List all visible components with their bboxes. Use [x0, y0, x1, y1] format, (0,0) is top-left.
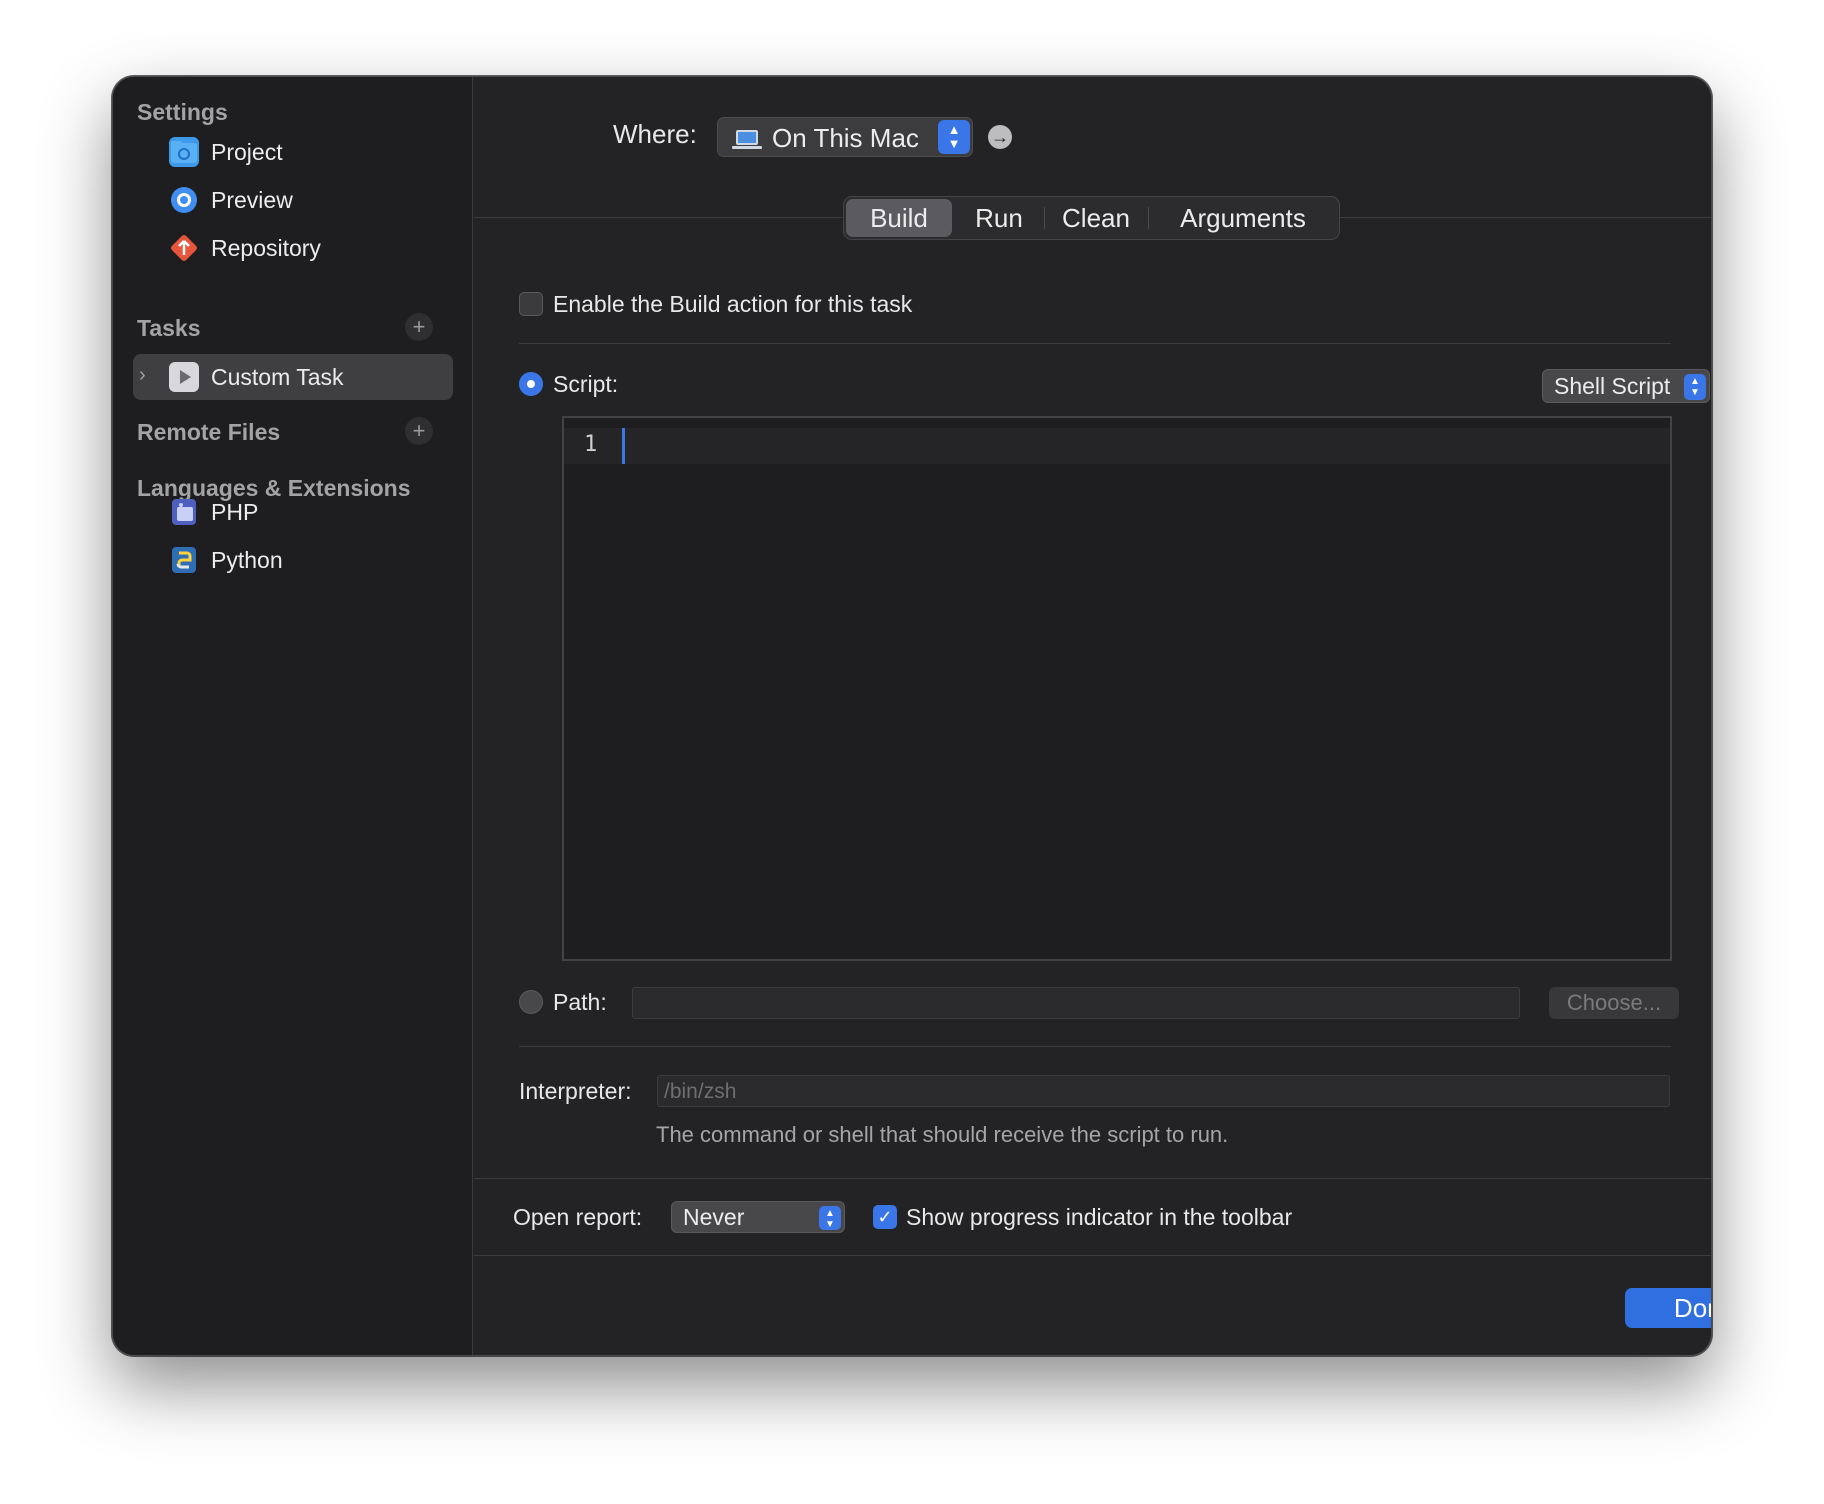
add-task-button[interactable]: + — [405, 313, 433, 341]
sidebar-item-preview[interactable]: Preview — [133, 177, 453, 223]
divider — [474, 1255, 1711, 1256]
sidebar-item-label: Preview — [211, 187, 293, 213]
line-number: 1 — [584, 432, 598, 457]
where-popup-value: On This Mac — [772, 123, 919, 153]
tab-separator — [1044, 207, 1045, 229]
enable-build-label: Enable the Build action for this task — [553, 291, 913, 317]
chevron-updown-icon: ▲ ▼ — [938, 120, 970, 154]
sidebar-item-label: Python — [211, 547, 283, 573]
sidebar-item-label: Custom Task — [211, 364, 344, 390]
sidebar-item-project[interactable]: Project — [133, 129, 453, 175]
tab-clean[interactable]: Clean — [1046, 199, 1146, 237]
laptop-icon — [732, 130, 762, 149]
script-editor[interactable]: 1 — [562, 416, 1672, 961]
enable-build-checkbox[interactable] — [519, 292, 543, 316]
where-label: Where: — [613, 119, 697, 149]
done-button[interactable]: Done — [1625, 1288, 1711, 1328]
add-remote-button[interactable]: + — [405, 417, 433, 445]
divider — [519, 1046, 1671, 1047]
chevron-right-icon[interactable]: › — [139, 364, 146, 387]
script-type-popup[interactable]: Shell Script ▲ ▼ — [1542, 369, 1710, 403]
current-line-highlight — [564, 428, 1670, 464]
task-settings-window: Settings Project Preview Repository Task… — [112, 76, 1712, 1356]
divider — [519, 343, 1671, 344]
preview-icon — [169, 185, 199, 215]
sidebar-header-remote-files: Remote Files — [137, 419, 281, 445]
script-label: Script: — [553, 371, 619, 397]
show-progress-checkbox[interactable]: ✓ — [873, 1205, 897, 1229]
python-icon — [169, 545, 199, 575]
show-progress-label: Show progress indicator in the toolbar — [906, 1204, 1293, 1230]
tab-bar: Build Run Clean Arguments — [843, 196, 1340, 240]
interpreter-help-text: The command or shell that should receive… — [656, 1122, 1229, 1147]
open-report-label: Open report: — [513, 1204, 643, 1230]
sidebar-item-php[interactable]: PHP — [133, 489, 453, 535]
sidebar-item-label: Project — [211, 139, 283, 165]
divider — [474, 1178, 1711, 1179]
path-field[interactable] — [632, 987, 1520, 1019]
sidebar-item-python[interactable]: Python — [133, 537, 453, 583]
git-icon — [169, 233, 199, 263]
folder-icon — [169, 137, 199, 167]
tab-separator — [1148, 207, 1149, 229]
php-icon — [169, 497, 199, 527]
sidebar-header-settings: Settings — [137, 99, 228, 125]
main-panel: Where: On This Mac ▲ ▼ → Build Run Clean … — [474, 77, 1711, 1355]
play-icon — [169, 362, 199, 392]
text-caret — [622, 428, 625, 464]
arrow-right-circle-icon[interactable]: → — [988, 125, 1012, 149]
sidebar-item-custom-task[interactable]: › Custom Task — [133, 354, 453, 400]
open-report-popup[interactable]: Never ▲ ▼ — [671, 1201, 845, 1233]
path-radio[interactable] — [519, 990, 543, 1014]
sidebar: Settings Project Preview Repository Task… — [113, 77, 473, 1355]
interpreter-field[interactable]: /bin/zsh — [657, 1075, 1670, 1107]
where-popup[interactable]: On This Mac ▲ ▼ — [717, 117, 973, 157]
chevron-updown-icon: ▲ ▼ — [819, 1206, 841, 1230]
interpreter-label: Interpreter: — [519, 1078, 632, 1104]
tab-run[interactable]: Run — [956, 199, 1042, 237]
sidebar-item-repository[interactable]: Repository — [133, 225, 453, 271]
choose-button[interactable]: Choose... — [1549, 987, 1679, 1019]
script-radio[interactable] — [519, 372, 543, 396]
sidebar-item-label: PHP — [211, 499, 259, 525]
tab-arguments[interactable]: Arguments — [1150, 199, 1336, 237]
open-report-value: Never — [683, 1204, 745, 1230]
interpreter-placeholder: /bin/zsh — [664, 1080, 737, 1103]
sidebar-item-label: Repository — [211, 235, 321, 261]
path-label: Path: — [553, 989, 607, 1015]
sidebar-header-tasks: Tasks — [137, 315, 201, 341]
chevron-updown-icon: ▲ ▼ — [1684, 374, 1706, 400]
tab-build[interactable]: Build — [846, 199, 952, 237]
script-type-value: Shell Script — [1554, 373, 1671, 399]
